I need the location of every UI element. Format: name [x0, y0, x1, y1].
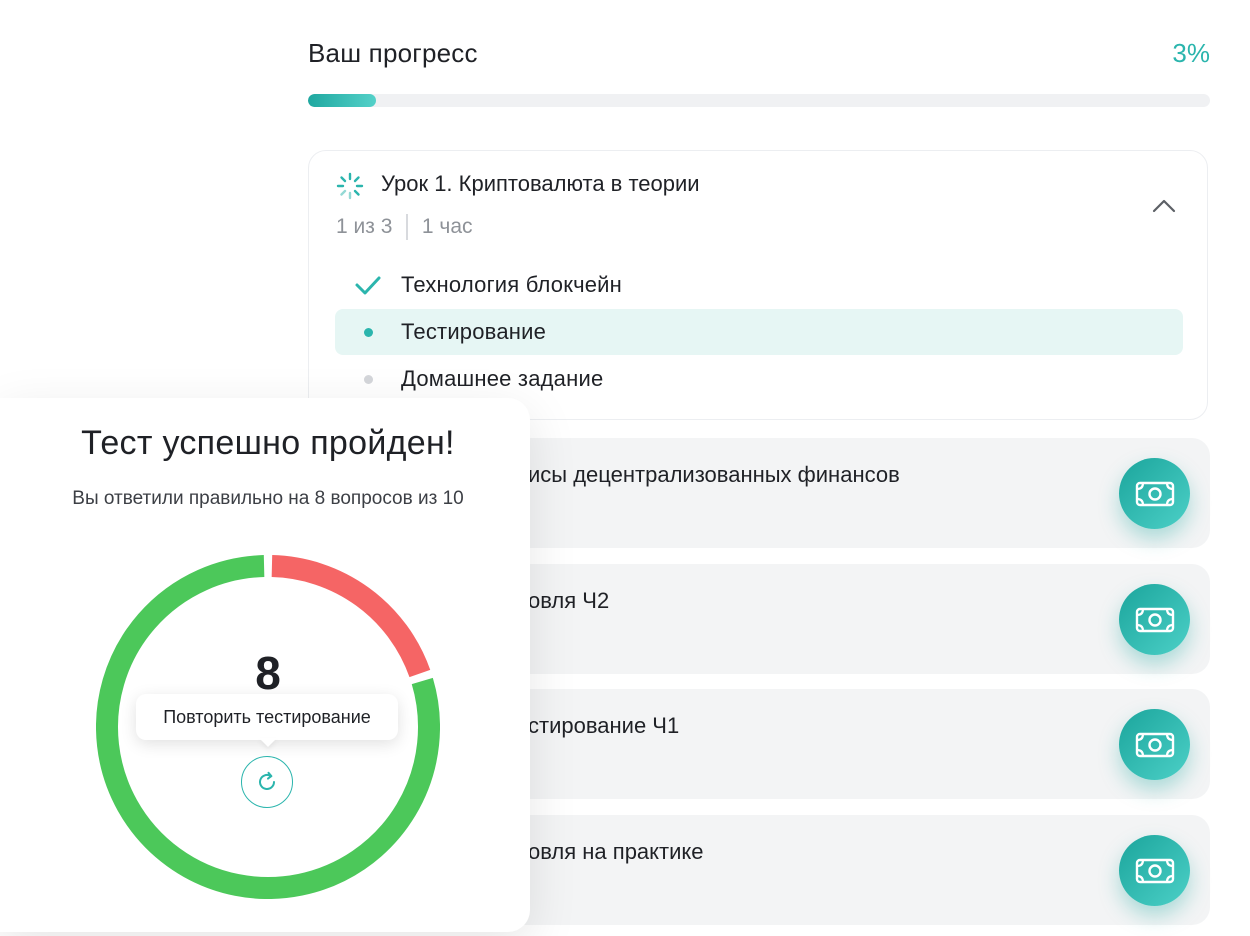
- meta-divider: [406, 214, 408, 240]
- progress-title: Ваш прогресс: [308, 38, 478, 68]
- step-marker: [335, 356, 401, 402]
- step-label: Технология блокчейн: [401, 272, 623, 297]
- progress-bar-fill: [308, 94, 376, 107]
- lesson-title: Урок 1. Криптовалюта в теории: [381, 171, 700, 196]
- progress-bar: [308, 94, 1210, 107]
- popup-subtitle: Вы ответили правильно на 8 вопросов из 1…: [72, 488, 464, 509]
- step-label: Тестирование: [401, 319, 547, 344]
- lesson-card: Урок 1. Криптовалюта в теории 1 из 3 1 ч…: [308, 150, 1208, 420]
- lesson-meta: 1 из 3 1 час: [336, 214, 473, 240]
- money-button[interactable]: [1119, 709, 1190, 780]
- lesson-duration: 1 час: [421, 215, 473, 238]
- money-button[interactable]: [1119, 835, 1190, 906]
- test-result-popup: Тест успешно пройден! Вы ответили правил…: [0, 398, 530, 932]
- lesson-card-title: исы децентрализованных финансов: [528, 462, 900, 487]
- checkmark-icon: [355, 276, 381, 295]
- money-button[interactable]: [1119, 584, 1190, 655]
- lesson-step-homework[interactable]: Домашнее задание: [335, 356, 1183, 402]
- popup-title: Тест успешно пройден!: [81, 424, 455, 462]
- current-dot-icon: [363, 327, 373, 337]
- lesson-card-title: овля на практике: [528, 839, 704, 864]
- chevron-up-icon[interactable]: [1149, 193, 1179, 217]
- money-icon: [1135, 607, 1174, 632]
- pending-dot-icon: [363, 374, 373, 384]
- lesson-card-title: овля Ч2: [528, 588, 610, 613]
- step-marker: [335, 309, 401, 355]
- loading-spinner-icon: [336, 172, 364, 200]
- retry-test-button[interactable]: [241, 756, 293, 808]
- step-marker: [335, 262, 401, 308]
- lesson-step-count: 1 из 3: [336, 215, 393, 238]
- lesson-card-title: стирование Ч1: [528, 713, 680, 738]
- money-icon: [1135, 732, 1174, 757]
- progress-percent: 3%: [1172, 38, 1210, 68]
- retry-tooltip: Повторить тестирование: [136, 694, 398, 740]
- lesson-step-blockchain[interactable]: Технология блокчейн: [335, 262, 1183, 308]
- refresh-icon: [259, 771, 275, 790]
- step-label: Домашнее задание: [401, 366, 604, 391]
- money-icon: [1135, 858, 1174, 883]
- money-button[interactable]: [1119, 458, 1190, 529]
- money-icon: [1135, 481, 1174, 506]
- score-value: 8: [255, 647, 281, 699]
- tooltip-arrow: [259, 738, 277, 747]
- lesson-step-testing[interactable]: Тестирование: [335, 309, 1183, 355]
